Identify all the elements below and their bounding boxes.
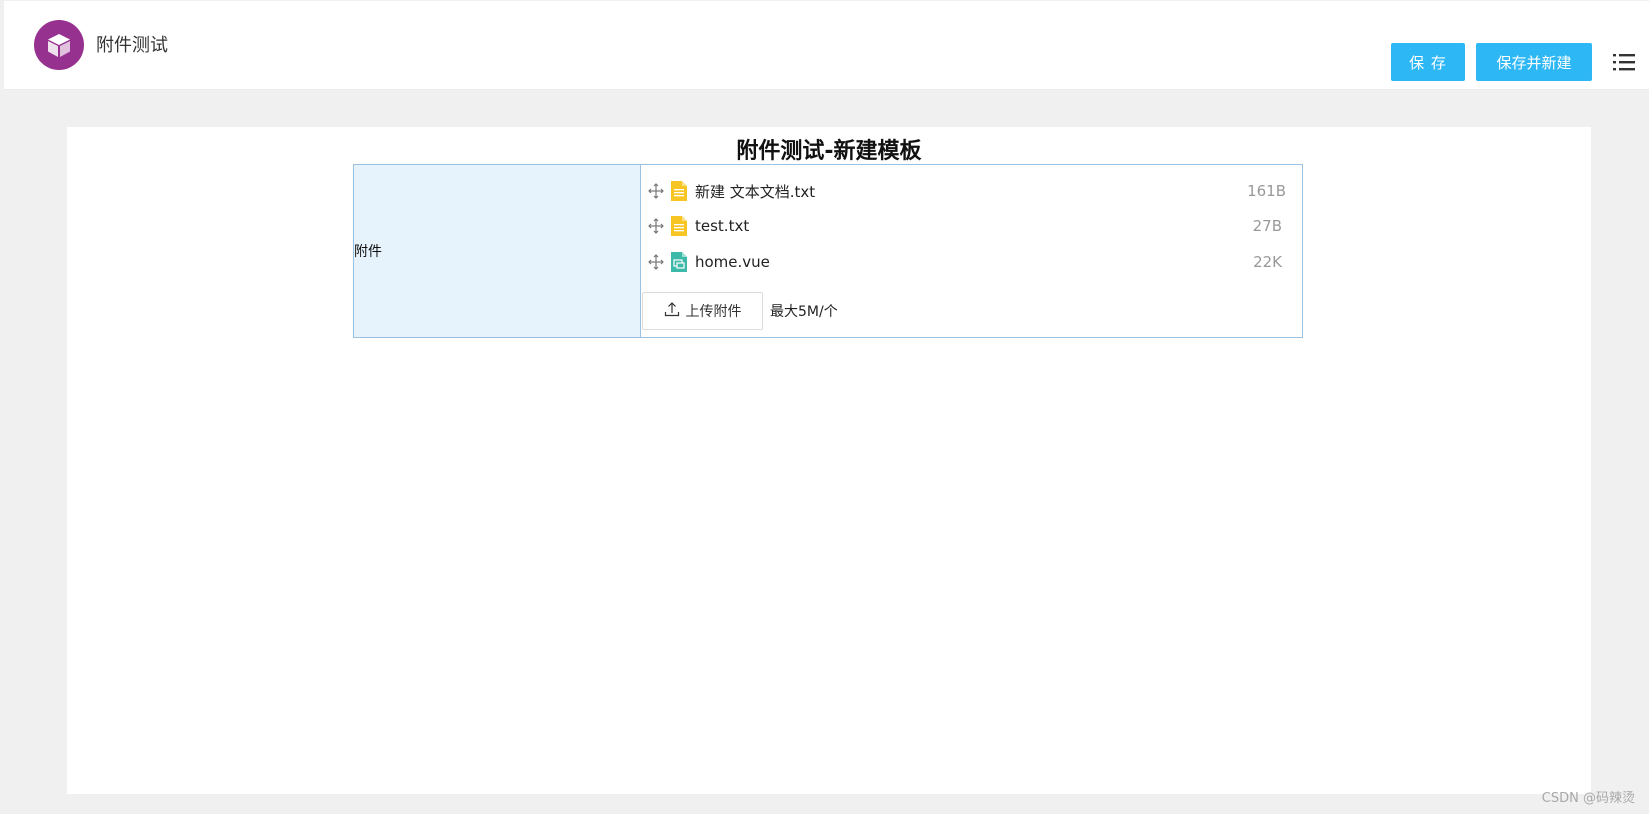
page-title: 附件测试-新建模板	[736, 139, 922, 164]
file-name-link[interactable]: home.vue	[695, 253, 770, 271]
file-size: 22K	[1253, 253, 1282, 271]
file-size: 161B	[1247, 182, 1286, 200]
file-size: 27B	[1252, 217, 1282, 235]
vue-file-icon	[671, 252, 687, 272]
file-row: 新建 文本文档.txt 161B	[641, 173, 1302, 209]
file-name-link[interactable]: test.txt	[695, 217, 749, 235]
top-bar: 附件测试 保 存 保存并新建	[4, 1, 1649, 90]
list-menu-icon[interactable]	[1612, 50, 1636, 74]
attachment-field-label: 附件	[354, 165, 641, 337]
save-button[interactable]: 保 存	[1391, 43, 1465, 81]
attachment-field-value: 新建 文本文档.txt 161B test.txt 27B home.vue 2…	[641, 165, 1302, 337]
upload-button-label: 上传附件	[685, 304, 742, 320]
attachment-form-table: 附件 新建 文本文档.txt 161B test.txt 27B home.vu…	[353, 164, 1303, 338]
txt-file-icon	[671, 216, 687, 236]
drag-handle-icon[interactable]	[648, 218, 664, 234]
app-title: 附件测试	[96, 35, 168, 56]
cube-icon	[34, 20, 84, 70]
upload-size-hint: 最大5M/个	[770, 304, 838, 320]
file-name-link[interactable]: 新建 文本文档.txt	[695, 181, 815, 202]
watermark: CSDN @码辣烫	[1541, 791, 1635, 806]
file-row: home.vue 22K	[641, 244, 1302, 280]
upload-attachment-button[interactable]: 上传附件	[642, 292, 763, 330]
drag-handle-icon[interactable]	[648, 254, 664, 270]
drag-handle-icon[interactable]	[648, 183, 664, 199]
upload-icon	[664, 301, 680, 321]
form-page: 附件测试-新建模板 附件 新建 文本文档.txt 161B test.txt 2…	[67, 127, 1591, 794]
txt-file-icon	[671, 181, 687, 201]
file-row: test.txt 27B	[641, 208, 1302, 244]
save-and-new-button[interactable]: 保存并新建	[1476, 43, 1592, 81]
